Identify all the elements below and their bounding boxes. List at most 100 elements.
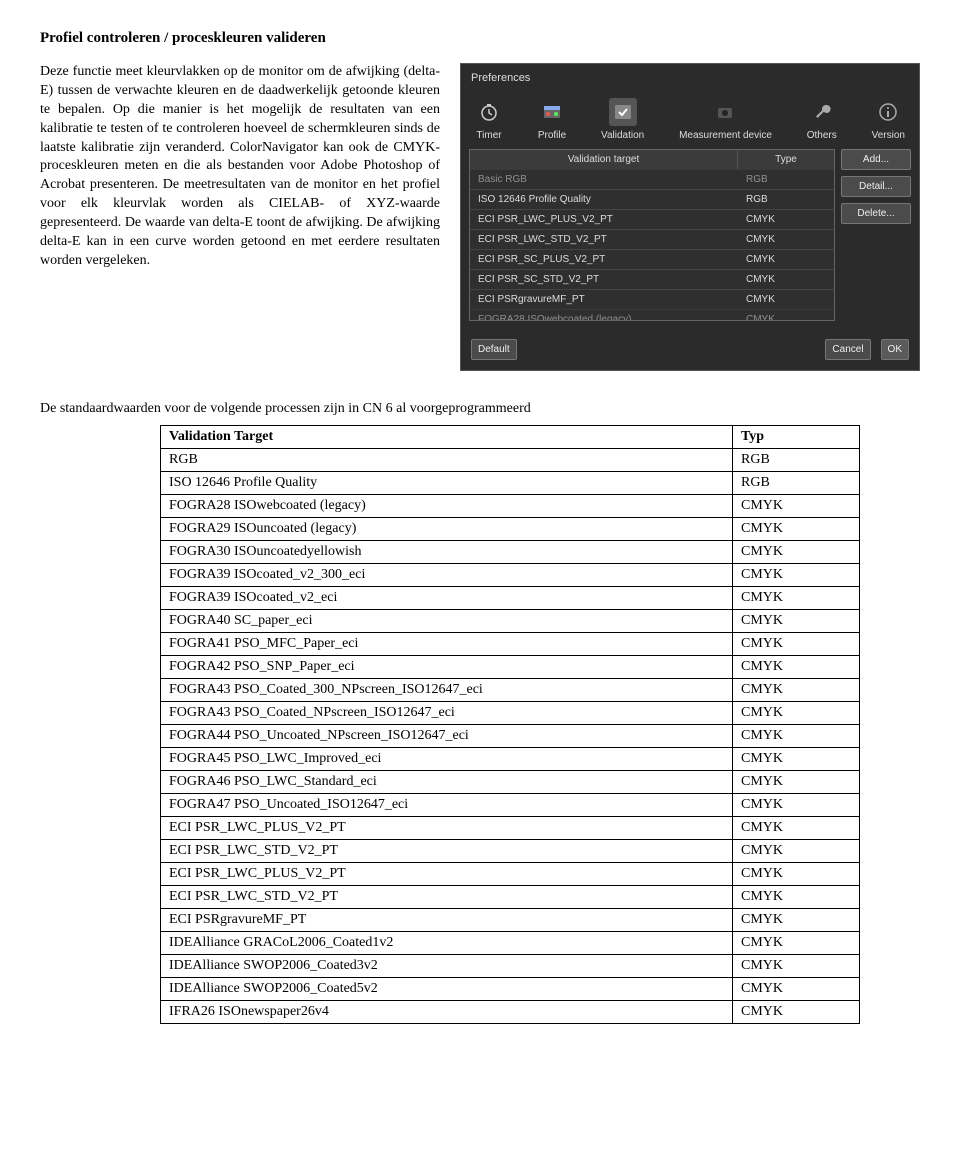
- table-row[interactable]: ECI PSRgravureMF_PTCMYK: [470, 289, 834, 309]
- tab-label: Validation: [601, 130, 644, 141]
- cell-typ: CMYK: [733, 1001, 860, 1024]
- col-header-target: Validation Target: [161, 426, 733, 449]
- cell-typ: CMYK: [733, 771, 860, 794]
- cell-target: ECI PSRgravureMF_PT: [161, 909, 733, 932]
- dialog-title: Preferences: [461, 64, 919, 92]
- tab-label: Profile: [538, 130, 566, 141]
- cell-target: ECI PSR_SC_STD_V2_PT: [470, 270, 738, 289]
- cell-target: ECI PSR_LWC_PLUS_V2_PT: [161, 863, 733, 886]
- cell-target: FOGRA40 SC_paper_eci: [161, 610, 733, 633]
- cell-target: ECI PSR_LWC_STD_V2_PT: [470, 230, 738, 249]
- table-row: FOGRA40 SC_paper_eciCMYK: [161, 610, 860, 633]
- cell-target: IDEAlliance SWOP2006_Coated3v2: [161, 955, 733, 978]
- side-buttons: Add... Detail... Delete...: [841, 149, 911, 321]
- cell-target: ECI PSRgravureMF_PT: [470, 290, 738, 309]
- cell-type: CMYK: [738, 310, 834, 321]
- table-row: ECI PSRgravureMF_PTCMYK: [161, 909, 860, 932]
- subheading: De standaardwaarden voor de volgende pro…: [40, 401, 920, 417]
- profile-icon: [538, 98, 566, 126]
- cell-typ: CMYK: [733, 886, 860, 909]
- ok-button[interactable]: OK: [881, 339, 909, 360]
- tab-measurement-device[interactable]: Measurement device: [673, 96, 778, 143]
- col-header-typ: Typ: [733, 426, 860, 449]
- table-row: FOGRA43 PSO_Coated_NPscreen_ISO12647_eci…: [161, 702, 860, 725]
- table-row: FOGRA43 PSO_Coated_300_NPscreen_ISO12647…: [161, 679, 860, 702]
- cell-target: IDEAlliance SWOP2006_Coated5v2: [161, 978, 733, 1001]
- table-row: ECI PSR_LWC_PLUS_V2_PTCMYK: [161, 863, 860, 886]
- tab-profile[interactable]: Profile: [532, 96, 572, 143]
- table-row: IDEAlliance GRACoL2006_Coated1v2CMYK: [161, 932, 860, 955]
- cell-type: CMYK: [738, 290, 834, 309]
- validation-targets-table[interactable]: Validation target Type Basic RGBRGBISO 1…: [469, 149, 835, 321]
- tab-label: Measurement device: [679, 130, 772, 141]
- tab-validation[interactable]: Validation: [595, 96, 650, 143]
- table-row: RGBRGB: [161, 449, 860, 472]
- table-row: FOGRA30 ISOuncoatedyellowishCMYK: [161, 541, 860, 564]
- cell-target: RGB: [161, 449, 733, 472]
- cell-type: CMYK: [738, 250, 834, 269]
- clock-icon: [475, 98, 503, 126]
- preferences-dialog-column: Preferences Timer Profile: [460, 63, 920, 371]
- cell-target: ECI PSR_SC_PLUS_V2_PT: [470, 250, 738, 269]
- table-row: ECI PSR_LWC_STD_V2_PTCMYK: [161, 886, 860, 909]
- table-header-row: Validation target Type: [470, 150, 834, 169]
- cell-typ: CMYK: [733, 702, 860, 725]
- detail-button[interactable]: Detail...: [841, 176, 911, 197]
- cell-typ: RGB: [733, 472, 860, 495]
- cell-typ: CMYK: [733, 541, 860, 564]
- validation-icon: [609, 98, 637, 126]
- cell-typ: CMYK: [733, 978, 860, 1001]
- table-row[interactable]: ECI PSR_SC_PLUS_V2_PTCMYK: [470, 249, 834, 269]
- delete-button[interactable]: Delete...: [841, 203, 911, 224]
- cell-target: FOGRA39 ISOcoated_v2_300_eci: [161, 564, 733, 587]
- two-column-layout: Deze functie meet kleurvlakken op de mon…: [40, 63, 920, 371]
- cell-target: IFRA26 ISOnewspaper26v4: [161, 1001, 733, 1024]
- cell-typ: CMYK: [733, 656, 860, 679]
- cell-typ: CMYK: [733, 564, 860, 587]
- table-row: IFRA26 ISOnewspaper26v4CMYK: [161, 1001, 860, 1024]
- cell-target: ECI PSR_LWC_PLUS_V2_PT: [470, 210, 738, 229]
- cell-typ: CMYK: [733, 495, 860, 518]
- table-row: FOGRA42 PSO_SNP_Paper_eciCMYK: [161, 656, 860, 679]
- table-row[interactable]: ECI PSR_SC_STD_V2_PTCMYK: [470, 269, 834, 289]
- cell-target: FOGRA29 ISOuncoated (legacy): [161, 518, 733, 541]
- table-row[interactable]: ISO 12646 Profile QualityRGB: [470, 189, 834, 209]
- table-row: IDEAlliance SWOP2006_Coated5v2CMYK: [161, 978, 860, 1001]
- cell-target: FOGRA43 PSO_Coated_NPscreen_ISO12647_eci: [161, 702, 733, 725]
- table-row[interactable]: Basic RGBRGB: [470, 169, 834, 189]
- table-row: FOGRA39 ISOcoated_v2_eciCMYK: [161, 587, 860, 610]
- cell-type: RGB: [738, 190, 834, 209]
- cell-target: ECI PSR_LWC_STD_V2_PT: [161, 840, 733, 863]
- cell-target: ISO 12646 Profile Quality: [470, 190, 738, 209]
- tab-label: Version: [872, 130, 905, 141]
- table-row: ISO 12646 Profile QualityRGB: [161, 472, 860, 495]
- table-row: FOGRA47 PSO_Uncoated_ISO12647_eciCMYK: [161, 794, 860, 817]
- default-button[interactable]: Default: [471, 339, 517, 360]
- table-row[interactable]: ECI PSR_LWC_STD_V2_PTCMYK: [470, 229, 834, 249]
- cell-type: CMYK: [738, 270, 834, 289]
- cell-typ: CMYK: [733, 587, 860, 610]
- tab-others[interactable]: Others: [801, 96, 843, 143]
- tab-timer[interactable]: Timer: [469, 96, 509, 143]
- table-row[interactable]: ECI PSR_LWC_PLUS_V2_PTCMYK: [470, 209, 834, 229]
- cancel-button[interactable]: Cancel: [825, 339, 870, 360]
- tab-version[interactable]: Version: [866, 96, 911, 143]
- cell-typ: CMYK: [733, 840, 860, 863]
- cell-typ: CMYK: [733, 794, 860, 817]
- cell-typ: CMYK: [733, 725, 860, 748]
- table-row[interactable]: FOGRA28 ISOwebcoated (legacy)CMYK: [470, 309, 834, 321]
- table-row: FOGRA29 ISOuncoated (legacy)CMYK: [161, 518, 860, 541]
- cell-type: CMYK: [738, 230, 834, 249]
- col-header-type: Type: [738, 150, 834, 169]
- cell-target: FOGRA42 PSO_SNP_Paper_eci: [161, 656, 733, 679]
- cell-target: FOGRA46 PSO_LWC_Standard_eci: [161, 771, 733, 794]
- add-button[interactable]: Add...: [841, 149, 911, 170]
- cell-target: FOGRA44 PSO_Uncoated_NPscreen_ISO12647_e…: [161, 725, 733, 748]
- cell-target: ECI PSR_LWC_STD_V2_PT: [161, 886, 733, 909]
- table-row: FOGRA41 PSO_MFC_Paper_eciCMYK: [161, 633, 860, 656]
- cell-target: Basic RGB: [470, 170, 738, 189]
- cell-target: FOGRA43 PSO_Coated_300_NPscreen_ISO12647…: [161, 679, 733, 702]
- cell-target: FOGRA30 ISOuncoatedyellowish: [161, 541, 733, 564]
- cell-typ: CMYK: [733, 610, 860, 633]
- tab-label: Timer: [476, 130, 501, 141]
